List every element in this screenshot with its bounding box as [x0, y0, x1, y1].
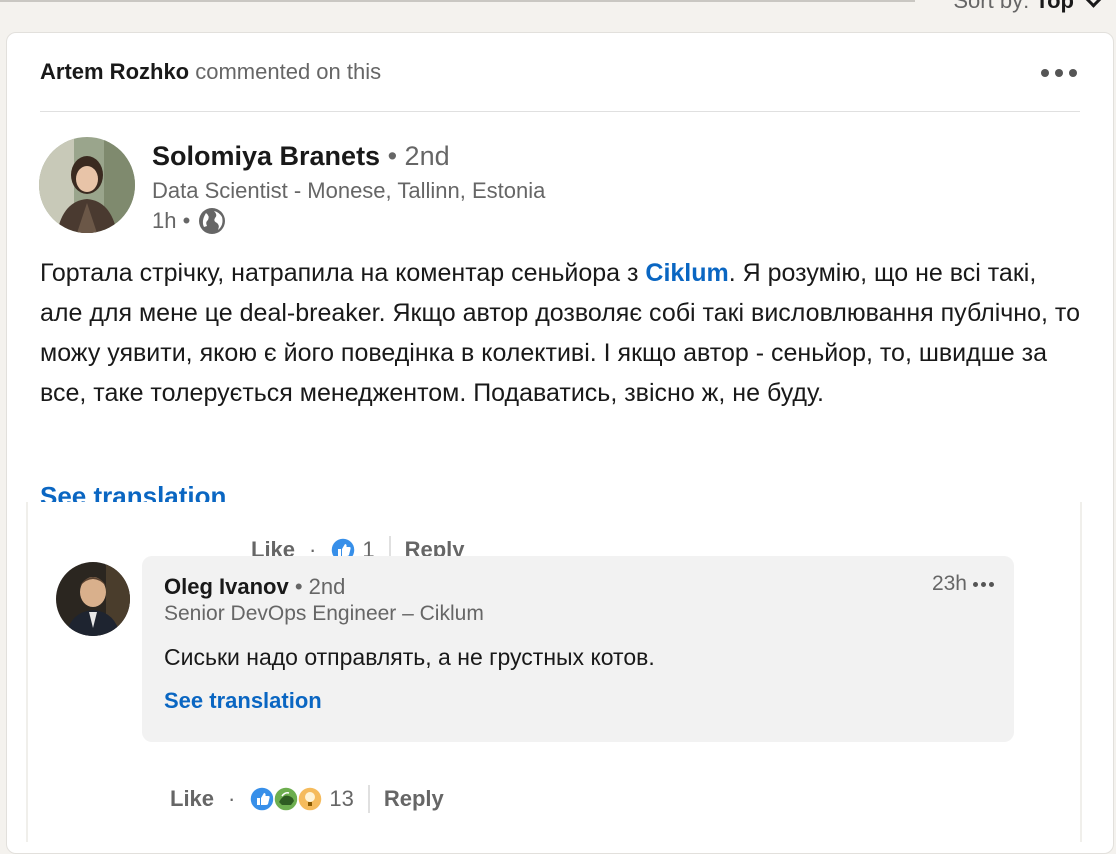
post-time: 1h •	[152, 208, 191, 233]
sort-by-value: Top	[1035, 0, 1074, 13]
reply-meta: 23h	[932, 572, 994, 596]
more-options-icon[interactable]	[1041, 69, 1077, 77]
company-mention-link[interactable]: Ciklum	[645, 259, 728, 287]
author-name-text: Solomiya Branets	[152, 141, 381, 171]
separator-dot: ·	[228, 786, 236, 811]
more-options-icon[interactable]	[973, 581, 994, 587]
post-author-headline: Data Scientist - Monese, Tallinn, Estoni…	[152, 178, 546, 203]
reply-comment: Oleg Ivanov • 2nd Senior DevOps Engineer…	[142, 556, 1014, 742]
action-divider	[367, 785, 370, 813]
chevron-down-icon[interactable]	[1084, 0, 1103, 8]
reply-author-headline: Senior DevOps Engineer – Ciklum	[164, 602, 484, 625]
reaction-count[interactable]: 13	[329, 786, 353, 812]
support-reaction-icon[interactable]	[273, 786, 300, 812]
reply-author-name-text: Oleg Ivanov	[164, 574, 289, 599]
sort-by-control[interactable]: Sort by: Top	[953, 0, 1074, 14]
avatar[interactable]	[39, 137, 135, 233]
header-divider	[40, 111, 1080, 112]
activity-header: Artem Rozhko commented on this	[40, 59, 381, 85]
post-meta: 1h •	[152, 207, 226, 235]
like-reaction-icon[interactable]	[249, 786, 276, 812]
sort-by-label: Sort by:	[953, 0, 1030, 13]
reply-body: Сиськи надо отправлять, а не грустных ко…	[164, 644, 655, 670]
avatar[interactable]	[56, 562, 130, 636]
connection-degree: • 2nd	[387, 141, 450, 171]
activity-action: commented on this	[195, 59, 382, 84]
like-button[interactable]: Like	[170, 786, 214, 812]
reply-author-name[interactable]: Oleg Ivanov • 2nd	[164, 574, 345, 600]
post-author-name[interactable]: Solomiya Branets • 2nd	[152, 141, 450, 172]
reply-time: 23h	[931, 572, 967, 595]
globe-icon	[198, 207, 226, 235]
reply-button[interactable]: Reply	[384, 786, 444, 812]
see-translation-link[interactable]: See translation	[164, 688, 322, 714]
post-body: Гортала стрічку, натрапила на коментар с…	[40, 253, 1080, 413]
insightful-reaction-icon[interactable]	[297, 786, 324, 812]
reply-comment-actions: Like · 13 Reply	[170, 785, 444, 813]
activity-actor[interactable]: Artem Rozhko	[40, 59, 189, 84]
post-text-start: Гортала стрічку, натрапила на коментар с…	[40, 259, 646, 287]
connection-degree: • 2nd	[294, 574, 346, 599]
top-divider	[0, 0, 915, 2]
